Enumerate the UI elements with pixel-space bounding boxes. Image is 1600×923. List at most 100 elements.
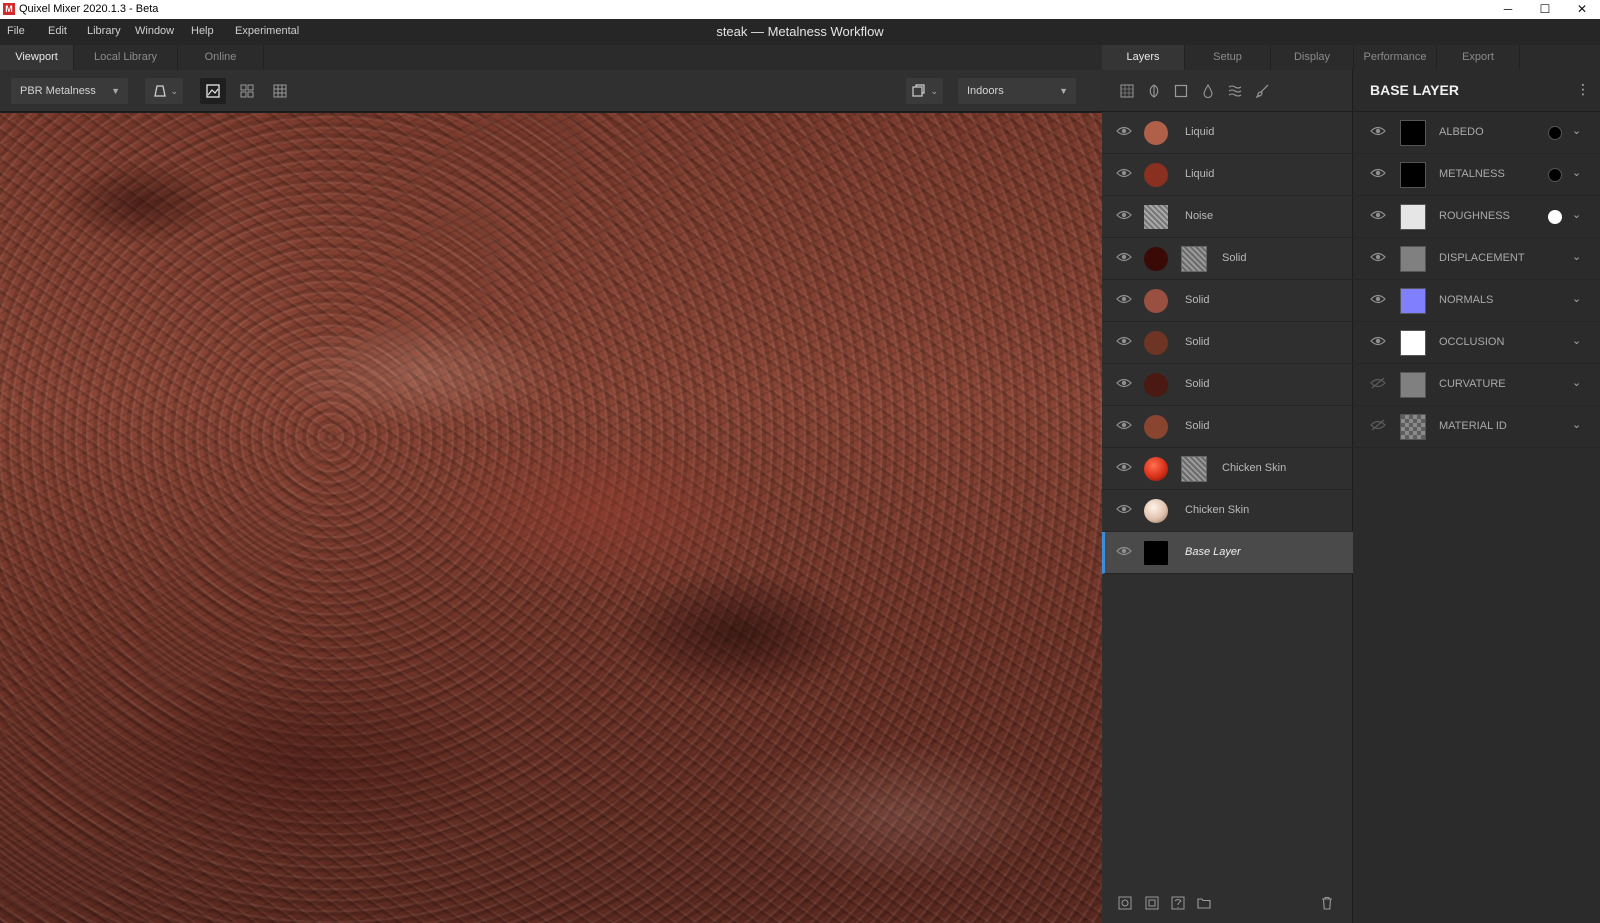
add-paint-layer-button[interactable] [1145, 82, 1163, 100]
chevron-down-icon[interactable]: ⌄ [1572, 166, 1581, 179]
layer-color-swatch [1144, 373, 1168, 397]
channel-color-picker[interactable] [1548, 168, 1562, 182]
add-noise-layer-button[interactable] [1226, 82, 1244, 100]
channel-row-material-id[interactable]: MATERIAL ID ⌄ [1353, 406, 1600, 448]
smart-material-button[interactable] [1169, 894, 1187, 912]
eye-icon[interactable] [1116, 503, 1134, 519]
grid-3x3-icon [273, 84, 287, 98]
minimize-button[interactable]: ─ [1490, 0, 1526, 19]
menu-library[interactable]: Library [87, 25, 121, 37]
chevron-down-icon[interactable]: ⌄ [1572, 250, 1581, 263]
eye-icon[interactable] [1370, 335, 1388, 351]
channel-thumbnail[interactable] [1400, 288, 1426, 314]
channel-thumbnail[interactable] [1400, 330, 1426, 356]
eye-icon[interactable] [1370, 293, 1388, 309]
layer-row[interactable]: Solid [1102, 280, 1353, 322]
tab-viewport[interactable]: Viewport [0, 45, 74, 70]
layer-mask-thumbnail[interactable] [1181, 456, 1207, 482]
channel-thumbnail[interactable] [1400, 162, 1426, 188]
add-solid-layer-button[interactable] [1172, 82, 1190, 100]
eye-off-icon[interactable] [1370, 419, 1388, 435]
channel-row-curvature[interactable]: CURVATURE ⌄ [1353, 364, 1600, 406]
eye-icon[interactable] [1370, 209, 1388, 225]
menu-help[interactable]: Help [191, 25, 214, 37]
eye-icon[interactable] [1116, 293, 1134, 309]
layer-row[interactable]: Solid [1102, 238, 1353, 280]
eye-icon[interactable] [1116, 377, 1134, 393]
chevron-down-icon[interactable]: ⌄ [1572, 124, 1581, 137]
maximize-button[interactable]: ☐ [1527, 0, 1563, 19]
chevron-down-icon[interactable]: ⌄ [1572, 376, 1581, 389]
layer-color-swatch [1144, 541, 1168, 565]
layer-row[interactable]: Chicken Skin [1102, 490, 1353, 532]
tab-setup[interactable]: Setup [1185, 45, 1271, 70]
add-group-button[interactable] [1195, 894, 1213, 912]
menu-experimental[interactable]: Experimental [235, 25, 299, 37]
3d-viewport-canvas[interactable] [0, 113, 1102, 923]
tab-export[interactable]: Export [1437, 45, 1520, 70]
channel-color-picker[interactable] [1548, 210, 1562, 224]
tab-layers[interactable]: Layers [1102, 45, 1185, 70]
menu-window[interactable]: Window [135, 25, 174, 37]
eye-icon[interactable] [1116, 545, 1134, 561]
eye-icon[interactable] [1116, 125, 1134, 141]
menu-file[interactable]: File [7, 25, 25, 37]
menu-edit[interactable]: Edit [48, 25, 67, 37]
tab-online[interactable]: Online [178, 45, 264, 70]
channel-row-albedo[interactable]: ALBEDO ⌄ [1353, 112, 1600, 154]
eye-icon[interactable] [1116, 335, 1134, 351]
close-button[interactable]: ✕ [1564, 0, 1600, 19]
tab-display[interactable]: Display [1271, 45, 1354, 70]
add-surface-layer-button[interactable] [1118, 82, 1136, 100]
layer-row[interactable]: Solid [1102, 322, 1353, 364]
layer-row[interactable]: Solid [1102, 406, 1353, 448]
channel-color-picker[interactable] [1548, 126, 1562, 140]
chevron-down-icon[interactable]: ⌄ [1572, 334, 1581, 347]
more-options-icon[interactable]: ⋮ [1576, 81, 1590, 98]
layer-row[interactable]: Liquid [1102, 112, 1353, 154]
eye-icon[interactable] [1116, 461, 1134, 477]
add-mask-button[interactable] [1116, 894, 1134, 912]
channel-thumbnail[interactable] [1400, 372, 1426, 398]
add-mask-stack-button[interactable] [1143, 894, 1161, 912]
channel-thumbnail[interactable] [1400, 414, 1426, 440]
add-liquid-layer-button[interactable] [1199, 82, 1217, 100]
channel-row-roughness[interactable]: ROUGHNESS ⌄ [1353, 196, 1600, 238]
chevron-down-icon[interactable]: ⌄ [1572, 208, 1581, 221]
eye-icon[interactable] [1116, 209, 1134, 225]
layer-row[interactable]: Chicken Skin [1102, 448, 1353, 490]
layer-row-selected[interactable]: Base Layer [1102, 532, 1353, 574]
channel-thumbnail[interactable] [1400, 204, 1426, 230]
quad-view-button[interactable] [234, 78, 260, 104]
channel-row-occlusion[interactable]: OCCLUSION ⌄ [1353, 322, 1600, 364]
eye-icon[interactable] [1116, 251, 1134, 267]
shading-mode-dropdown[interactable]: PBR Metalness ▼ [11, 78, 128, 104]
eye-icon[interactable] [1116, 419, 1134, 435]
camera-dropdown[interactable]: ⌄ [906, 78, 943, 104]
tab-performance[interactable]: Performance [1354, 45, 1437, 70]
delete-layer-button[interactable] [1318, 894, 1336, 912]
channel-row-metalness[interactable]: METALNESS ⌄ [1353, 154, 1600, 196]
layer-mask-thumbnail[interactable] [1181, 246, 1207, 272]
layer-row[interactable]: Solid [1102, 364, 1353, 406]
environment-dropdown[interactable]: Indoors ▼ [958, 78, 1076, 104]
add-brush-layer-button[interactable] [1253, 82, 1271, 100]
chevron-down-icon[interactable]: ⌄ [1572, 418, 1581, 431]
chevron-down-icon[interactable]: ⌄ [1572, 292, 1581, 305]
tab-local-library[interactable]: Local Library [74, 45, 178, 70]
channel-row-normals[interactable]: NORMALS ⌄ [1353, 280, 1600, 322]
channel-thumbnail[interactable] [1400, 246, 1426, 272]
channel-row-displacement[interactable]: DISPLACEMENT ⌄ [1353, 238, 1600, 280]
geometry-dropdown[interactable]: ⌄ [145, 78, 183, 104]
layer-color-swatch [1144, 415, 1168, 439]
layer-row[interactable]: Liquid [1102, 154, 1353, 196]
channel-thumbnail[interactable] [1400, 120, 1426, 146]
eye-icon[interactable] [1370, 251, 1388, 267]
single-view-button[interactable] [200, 78, 226, 104]
eye-off-icon[interactable] [1370, 377, 1388, 393]
eye-icon[interactable] [1370, 167, 1388, 183]
layer-row[interactable]: Noise [1102, 196, 1353, 238]
eye-icon[interactable] [1116, 167, 1134, 183]
grid-view-button[interactable] [267, 78, 293, 104]
eye-icon[interactable] [1370, 125, 1388, 141]
